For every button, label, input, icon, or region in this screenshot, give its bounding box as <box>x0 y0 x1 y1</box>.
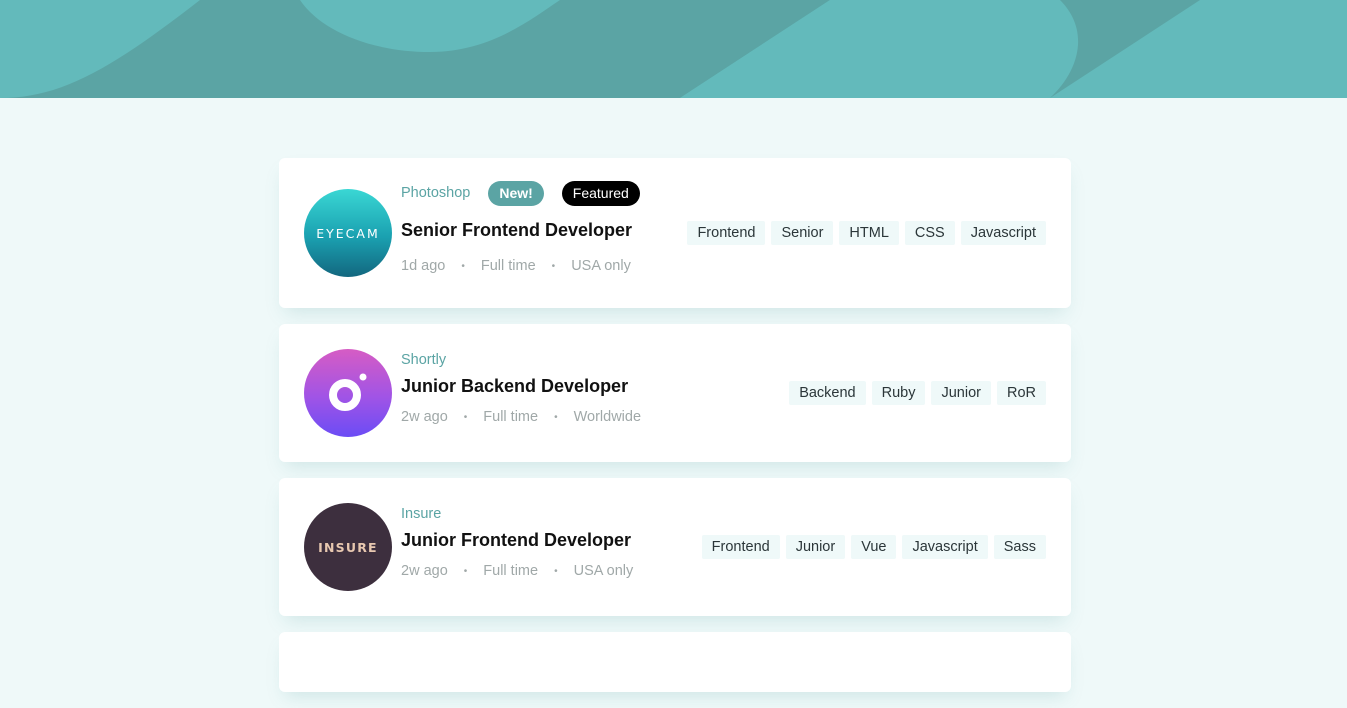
posted-time: 2w ago <box>401 563 448 579</box>
company-name[interactable]: Insure <box>401 506 441 522</box>
posted-time: 2w ago <box>401 409 448 425</box>
tag-button[interactable]: Ruby <box>871 381 926 405</box>
job-header-row: Shortly <box>401 351 641 369</box>
contract-type: Full time <box>483 563 539 579</box>
separator-dot: • <box>461 260 465 272</box>
job-info: Shortly Junior Backend Developer 2w ago … <box>401 351 641 425</box>
tag-button[interactable]: Junior <box>931 381 991 405</box>
separator-dot: • <box>463 411 468 423</box>
insure-logo: INSURE <box>304 503 392 591</box>
tag-button[interactable]: RoR <box>996 381 1046 405</box>
separator-dot: • <box>554 565 558 577</box>
tag-button[interactable]: HTML <box>839 221 899 245</box>
header-wave-pattern <box>0 0 1347 98</box>
header-banner <box>0 0 1347 98</box>
job-header-row: Insure <box>401 505 633 523</box>
contract-type: Full time <box>480 258 536 274</box>
new-badge: New! <box>488 180 544 206</box>
tag-button[interactable]: Javascript <box>960 221 1046 245</box>
job-card[interactable]: INSURE Insure Junior Frontend Developer … <box>279 478 1071 616</box>
shortly-logo <box>304 349 392 437</box>
job-meta: 2w ago • Full time • USA only <box>401 563 633 579</box>
job-tags: Backend Ruby Junior RoR <box>783 381 1046 405</box>
separator-dot: • <box>554 411 558 423</box>
ring-logo-icon <box>329 373 367 411</box>
separator-dot: • <box>463 565 468 577</box>
tag-button[interactable]: Javascript <box>902 535 988 559</box>
job-location: Worldwide <box>573 409 642 425</box>
job-location: USA only <box>573 563 634 579</box>
contract-type: Full time <box>483 409 539 425</box>
tag-button[interactable]: Frontend <box>701 535 780 559</box>
job-card[interactable]: EYECAM Photoshop New! Featured Senior Fr… <box>279 158 1071 308</box>
tag-button[interactable]: Backend <box>789 381 866 405</box>
job-location: USA only <box>571 258 631 274</box>
tag-button[interactable]: Frontend <box>687 221 766 245</box>
job-info: Photoshop New! Featured Senior Frontend … <box>401 180 640 274</box>
job-meta: 2w ago • Full time • Worldwide <box>401 409 641 425</box>
job-card[interactable]: Shortly Junior Backend Developer 2w ago … <box>279 324 1071 462</box>
job-header-row: Photoshop New! Featured <box>401 180 640 206</box>
tag-button[interactable]: Senior <box>771 221 834 245</box>
tag-button[interactable]: Vue <box>851 535 897 559</box>
separator-dot: • <box>551 260 556 272</box>
job-title[interactable]: Senior Frontend Developer <box>401 220 640 241</box>
tag-button[interactable]: Sass <box>993 535 1046 559</box>
logo-text: EYECAM <box>316 225 380 241</box>
tag-button[interactable]: CSS <box>904 221 955 245</box>
posted-time: 1d ago <box>401 258 446 274</box>
job-info: Insure Junior Frontend Developer 2w ago … <box>401 505 633 579</box>
job-title[interactable]: Junior Backend Developer <box>401 376 641 397</box>
job-title[interactable]: Junior Frontend Developer <box>401 530 633 551</box>
company-name[interactable]: Photoshop <box>401 185 470 201</box>
job-tags: Frontend Junior Vue Javascript Sass <box>696 535 1046 559</box>
job-card[interactable] <box>279 632 1071 692</box>
job-tags: Frontend Senior HTML CSS Javascript <box>681 221 1046 245</box>
logo-text: INSURE <box>318 539 378 555</box>
job-meta: 1d ago • Full time • USA only <box>401 258 640 274</box>
featured-badge: Featured <box>561 180 640 206</box>
tag-button[interactable]: Junior <box>785 535 846 559</box>
eyecam-logo: EYECAM <box>304 189 392 277</box>
job-list: EYECAM Photoshop New! Featured Senior Fr… <box>279 158 1071 708</box>
company-name[interactable]: Shortly <box>401 352 446 368</box>
